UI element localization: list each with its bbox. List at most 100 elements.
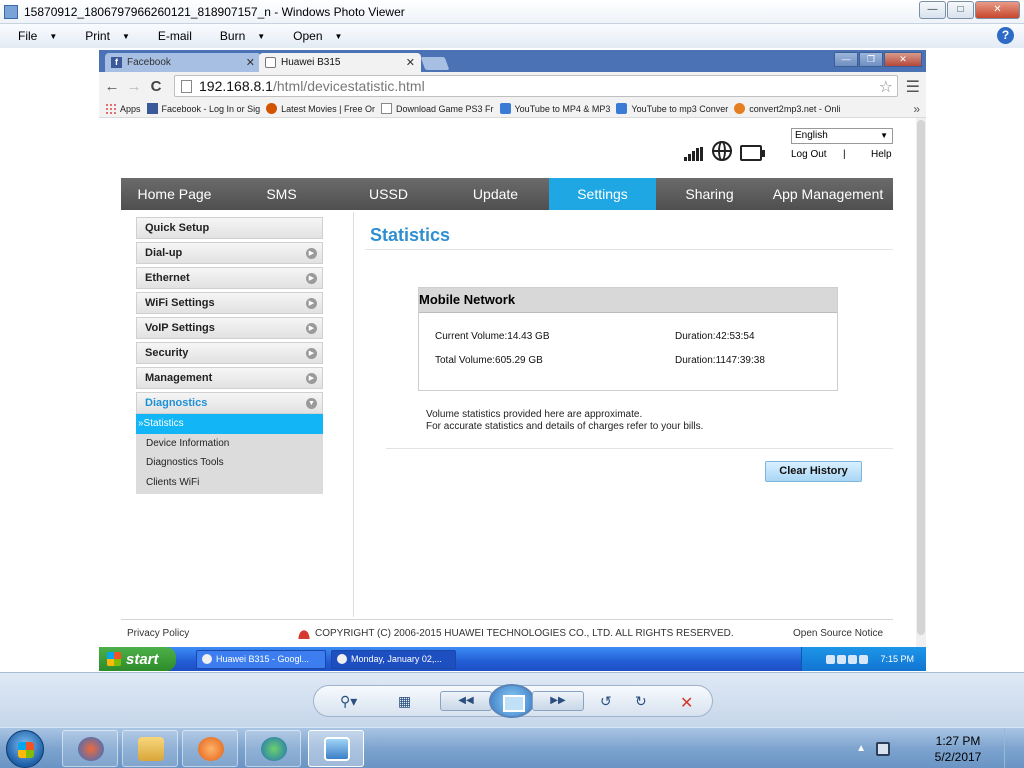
bookmark-ps3[interactable]: Download Game PS3 Fr [380, 103, 494, 114]
taskbar-explorer[interactable] [122, 730, 178, 767]
nav-settings[interactable]: Settings [549, 178, 656, 210]
logout-link[interactable]: Log Out [791, 149, 827, 160]
show-hidden-icons-icon[interactable]: ▲ [856, 743, 866, 754]
maximize-button[interactable]: □ [947, 1, 974, 19]
browser-close-button[interactable]: ✕ [884, 52, 922, 67]
close-icon[interactable]: ✕ [246, 56, 255, 69]
tab-facebook[interactable]: f Facebook ✕ [105, 53, 261, 72]
menu-open[interactable]: Open ▼ [275, 29, 352, 43]
content-rule [386, 448, 893, 449]
tab-huawei[interactable]: Huawei B315 ✕ [259, 53, 421, 72]
nav-update[interactable]: Update [442, 178, 549, 210]
nav-home-page[interactable]: Home Page [121, 178, 228, 210]
menu-print[interactable]: Print ▼ [67, 29, 140, 43]
show-desktop-button[interactable] [1004, 728, 1016, 768]
address-bar[interactable]: 192.168.8.1/html/devicestatistic.html ☆ [174, 75, 898, 97]
browser-minimize-button[interactable]: — [834, 52, 858, 67]
browser-restore-button[interactable]: ❐ [859, 52, 883, 67]
rotate-right-icon[interactable]: ↻ [635, 693, 647, 710]
settings-sidebar: Quick Setup Dial-up ▶ Ethernet ▶ WiFi Sett… [136, 217, 323, 494]
taskbar-photo-viewer[interactable] [308, 730, 364, 767]
rotate-left-icon[interactable]: ↺ [600, 693, 612, 710]
bookmark-convert2mp3[interactable]: convert2mp3.net - Onli [734, 103, 840, 114]
sidebar-item-diagnostics[interactable]: Diagnostics ▼ [136, 392, 323, 414]
menu-burn[interactable]: Burn ▼ [202, 29, 275, 43]
star-icon[interactable]: ☆ [879, 77, 893, 97]
chevron-down-icon: ▼ [334, 31, 343, 41]
browser-window-controls: — ❐ ✕ [833, 52, 922, 67]
submenu-diagnostics-tools[interactable]: Diagnostics Tools [136, 453, 323, 473]
help-link[interactable]: Help [871, 149, 892, 160]
minimize-button[interactable]: — [919, 1, 946, 19]
scrollbar-thumb[interactable] [917, 120, 925, 635]
taskbar-download-manager[interactable] [245, 730, 301, 767]
xp-system-tray: 7:15 PM [801, 647, 926, 671]
sidebar-item-dial-up[interactable]: Dial-up ▶ [136, 242, 323, 264]
movie-icon [266, 103, 278, 114]
language-select[interactable]: English ▼ [791, 128, 893, 144]
zoom-icon[interactable]: ⚲▾ [340, 693, 357, 710]
privacy-policy-link[interactable]: Privacy Policy [127, 628, 189, 639]
actual-size-icon[interactable]: ▦ [398, 693, 411, 710]
folder-icon [138, 737, 164, 761]
windows-system-tray: ▲ 1:27 PM 5/2/2017 [856, 728, 1024, 768]
bookmark-youtube-mp4[interactable]: YouTube to MP4 & MP3 [499, 103, 610, 114]
mp3-icon [734, 103, 746, 114]
start-orb-icon[interactable] [6, 730, 44, 768]
xp-task-photo[interactable]: Monday, January 02,... [331, 649, 456, 669]
open-source-notice-link[interactable]: Open Source Notice [793, 628, 883, 639]
nav-sms[interactable]: SMS [228, 178, 335, 210]
chrome-icon [202, 654, 212, 664]
slideshow-button[interactable] [489, 684, 535, 718]
sidebar-item-wifi-settings[interactable]: WiFi Settings ▶ [136, 292, 323, 314]
network-icon[interactable] [876, 741, 890, 756]
facebook-icon [146, 103, 158, 114]
new-tab-button[interactable] [420, 57, 450, 70]
sidebar-item-management[interactable]: Management ▶ [136, 367, 323, 389]
delete-icon[interactable]: ✕ [680, 693, 693, 713]
close-icon[interactable]: ✕ [406, 56, 415, 69]
reload-icon[interactable]: C [147, 78, 165, 95]
sidebar-item-security[interactable]: Security ▶ [136, 342, 323, 364]
menu-file[interactable]: File ▼ [0, 29, 67, 43]
close-button[interactable]: ✕ [975, 1, 1020, 19]
bookmark-apps[interactable]: Apps [105, 103, 141, 114]
clear-history-button[interactable]: Clear History [765, 461, 862, 482]
xp-start-button[interactable]: start [99, 647, 176, 671]
previous-button[interactable]: ◀◀ [440, 691, 492, 711]
bookmark-facebook[interactable]: Facebook - Log In or Sig [146, 103, 260, 114]
sidebar-item-voip-settings[interactable]: VoIP Settings ▶ [136, 317, 323, 339]
menu-email[interactable]: E-mail [140, 29, 202, 43]
next-button[interactable]: ▶▶ [532, 691, 584, 711]
submenu-clients-wifi[interactable]: Clients WiFi [136, 473, 323, 493]
submenu-statistics[interactable]: »Statistics [136, 414, 323, 434]
nav-app-management[interactable]: App Management [763, 178, 893, 210]
bookmark-movies[interactable]: Latest Movies | Free Or [266, 103, 375, 114]
sidebar-item-ethernet[interactable]: Ethernet ▶ [136, 267, 323, 289]
total-duration: Duration:1147:39:38 [675, 355, 765, 366]
facebook-icon: f [111, 57, 122, 68]
taskbar-clock[interactable]: 1:27 PM 5/2/2017 [918, 733, 998, 765]
youtube-icon [499, 103, 511, 114]
nav-ussd[interactable]: USSD [335, 178, 442, 210]
diagnostics-submenu: »Statistics Device Information Diagnosti… [136, 414, 323, 494]
submenu-device-information[interactable]: Device Information [136, 434, 323, 454]
bookmarks-bar: Apps Facebook - Log In or Sig Latest Mov… [99, 100, 926, 118]
bookmark-youtube-mp3[interactable]: YouTube to mp3 Conver [616, 103, 728, 114]
hamburger-menu-icon[interactable]: ☰ [906, 77, 920, 97]
globe-icon [712, 141, 732, 161]
windows-taskbar: ▲ 1:27 PM 5/2/2017 [0, 727, 1024, 768]
xp-task-chrome[interactable]: Huawei B315 - Googl... [196, 649, 326, 669]
apps-icon [105, 103, 116, 114]
page-scrollbar[interactable] [916, 118, 926, 647]
help-icon[interactable]: ? [997, 27, 1014, 44]
sidebar-item-quick-setup[interactable]: Quick Setup [136, 217, 323, 239]
nav-sharing[interactable]: Sharing [656, 178, 763, 210]
photo-viewer-titlebar: 15870912_1806797966260121_818907157_n - … [0, 0, 1024, 24]
back-arrow-icon[interactable]: ← [103, 78, 121, 95]
chevron-right-icon[interactable]: » [913, 102, 920, 116]
forward-arrow-icon[interactable]: → [125, 78, 143, 95]
taskbar-messenger[interactable] [62, 730, 118, 767]
chevron-down-icon: ▼ [257, 31, 266, 41]
taskbar-media-player[interactable] [182, 730, 238, 767]
